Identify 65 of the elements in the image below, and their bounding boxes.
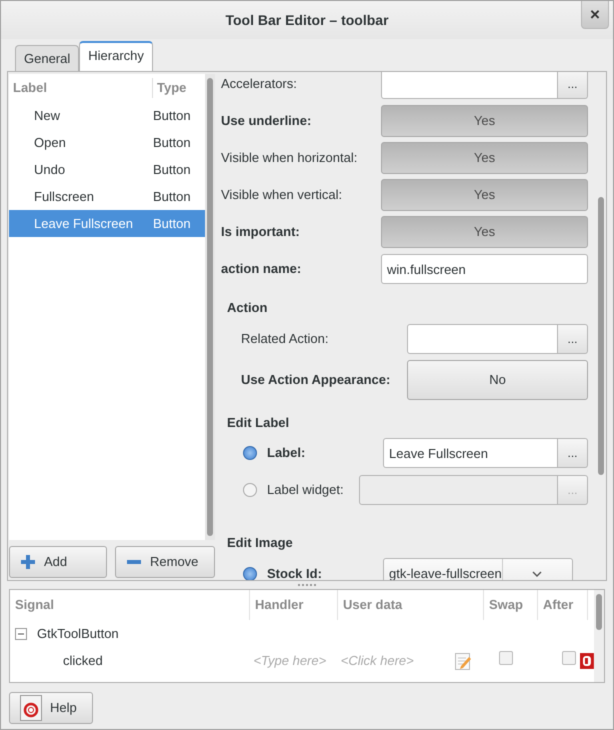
column-header: Swap — [484, 590, 538, 620]
tree-cell-text: Button — [153, 188, 191, 206]
column-header: Label — [9, 78, 153, 98]
input-field[interactable] — [381, 72, 558, 99]
tree-row[interactable]: Undo Button — [9, 156, 205, 183]
column-header: After — [538, 590, 588, 620]
property-label: Visible when horizontal: — [221, 149, 358, 168]
edit-icon — [454, 652, 471, 670]
column-header: Handler — [250, 590, 338, 620]
radio-button[interactable] — [243, 446, 257, 460]
tree-cell-text: Open — [33, 134, 67, 152]
column-header: User data — [338, 590, 484, 620]
property-label: Is important: — [221, 223, 301, 242]
close-button[interactable]: × — [581, 1, 609, 29]
input-field[interactable]: Leave Fullscreen — [383, 438, 558, 468]
ellipsis-button[interactable]: ... — [558, 438, 588, 468]
scrollbar-thumb — [596, 594, 602, 630]
property-label: Use Action Appearance: — [241, 370, 392, 389]
property-label: Related Action: — [241, 330, 330, 348]
tree-cell-text: New — [33, 106, 62, 125]
toolbar-button[interactable]: Remove — [115, 546, 215, 578]
checkbox[interactable] — [498, 650, 513, 665]
caret-icon — [532, 570, 542, 576]
ellipsis-button[interactable]: ... — [558, 324, 588, 354]
ellipsis-button[interactable]: ... — [558, 72, 588, 99]
section-heading: Edit Image — [226, 534, 294, 552]
help-button[interactable]: Help — [9, 692, 93, 724]
window-title: Tool Bar Editor – toolbar — [225, 10, 389, 30]
tree-cell-text: Button — [153, 160, 191, 179]
tree-row[interactable]: Fullscreen Button — [9, 183, 205, 210]
input-field[interactable] — [407, 324, 558, 354]
tree-cell-text: GtkToolButton — [37, 624, 119, 643]
tab[interactable]: Hierarchy — [79, 41, 153, 71]
tree-cell-text: Undo — [33, 160, 66, 179]
property-label: Label: — [267, 444, 306, 462]
add-icon — [20, 554, 36, 570]
column-header: Type — [156, 79, 186, 98]
tree-cell-text: Fullscreen — [33, 188, 95, 206]
tree-cell-text: Button — [153, 134, 191, 152]
input-field[interactable]: win.fullscreen — [381, 254, 588, 284]
property-label: Use underline: — [221, 112, 312, 130]
property-label: Visible when vertical: — [221, 186, 344, 204]
toggle-button[interactable]: Yes — [381, 105, 588, 137]
tree-cell-text: Button — [153, 106, 191, 125]
property-label: Accelerators: — [221, 75, 298, 94]
toggle-button[interactable]: Yes — [381, 179, 588, 211]
property-label: Stock Id: — [267, 564, 323, 580]
toggle-button[interactable]: Yes — [381, 216, 588, 248]
checkbox[interactable] — [562, 650, 576, 665]
section-heading: Edit Label — [226, 414, 290, 432]
property-label: action name: — [221, 260, 302, 278]
property-label: Label widget: — [267, 481, 345, 500]
tree-cell-text: Button — [153, 214, 191, 233]
radio-button[interactable] — [243, 566, 257, 580]
toolbar-button[interactable]: Add — [9, 546, 107, 578]
tree-cell-text: Leave Fullscreen — [33, 214, 134, 233]
tree-cell-text: clicked — [62, 652, 104, 670]
tab[interactable]: General — [15, 45, 80, 71]
tree-row[interactable]: Open Button — [9, 129, 205, 156]
tree-row[interactable]: New Button — [9, 102, 205, 129]
help-icon — [20, 695, 42, 721]
toggle-button[interactable]: Yes — [381, 142, 588, 174]
toggle-button[interactable]: No — [407, 360, 588, 400]
section-heading: Action — [226, 299, 268, 317]
column-header: Signal — [10, 590, 250, 620]
